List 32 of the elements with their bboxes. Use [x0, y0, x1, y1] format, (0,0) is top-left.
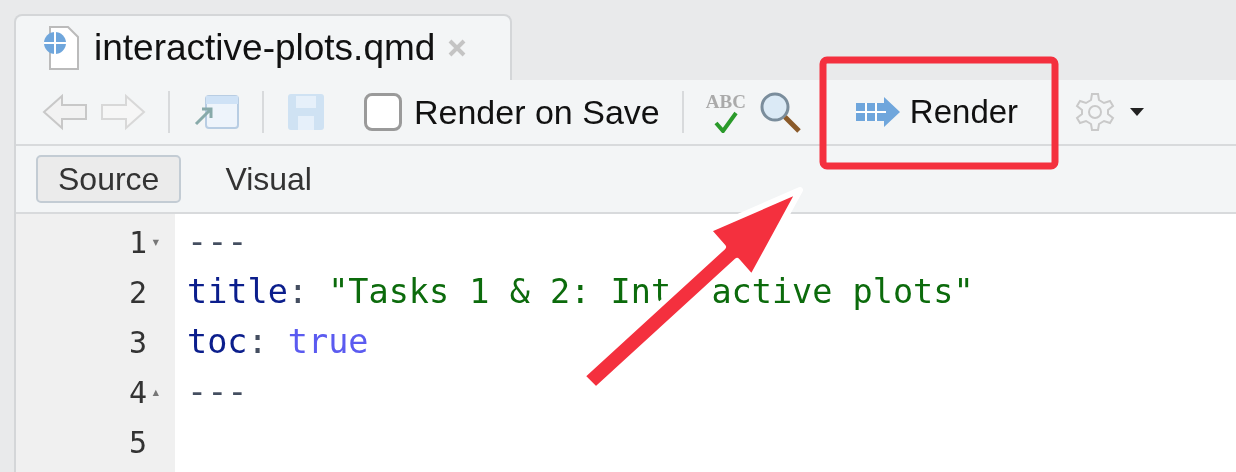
line-number: 4 [128, 373, 147, 412]
line-number: 2 [128, 273, 147, 312]
editor-mode-tab[interactable]: Source [36, 155, 182, 203]
code-token: --- [187, 370, 248, 413]
close-icon[interactable] [447, 38, 468, 58]
save-icon[interactable] [286, 92, 326, 132]
fold-marker[interactable]: ▾ [151, 230, 169, 254]
document-icon [42, 25, 82, 71]
editor-mode-tab[interactable]: Visual [203, 155, 334, 203]
code-token: --- [187, 220, 248, 263]
code-token: : [287, 270, 309, 313]
render-on-save-label: Render on Save [414, 91, 660, 133]
checkmark-icon[interactable] [712, 110, 739, 133]
render-button[interactable]: Render [847, 87, 1025, 137]
checkbox[interactable] [364, 93, 402, 131]
popout-window-icon[interactable] [192, 94, 240, 130]
code-token: active plots" [711, 270, 974, 313]
line-number: 3 [128, 323, 147, 362]
line-number: 1 [128, 223, 147, 262]
file-tab[interactable]: interactive-plots.qmd [14, 14, 512, 80]
code-token: : [247, 320, 269, 363]
settings-icon[interactable] [1074, 91, 1117, 133]
back-arrow-icon[interactable] [42, 93, 88, 131]
render-arrow-icon [853, 97, 900, 127]
file-name: interactive-plots.qmd [94, 26, 436, 71]
fold-marker[interactable]: ▴ [151, 380, 169, 404]
forward-arrow-icon[interactable] [100, 93, 146, 131]
dropdown-caret-icon[interactable] [1128, 107, 1147, 117]
line-number: 5 [128, 423, 147, 462]
code-token: title [187, 270, 288, 313]
code-token: true [287, 320, 369, 363]
code-token: toc [187, 320, 248, 363]
